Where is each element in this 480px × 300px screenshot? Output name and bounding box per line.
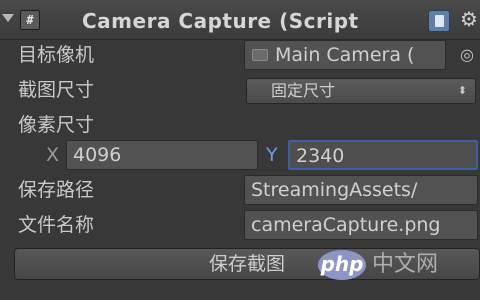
watermark-text: 中文网: [372, 252, 439, 277]
component-title: Camera Capture (Script: [82, 9, 359, 33]
save-path-field[interactable]: StreamingAssets/: [244, 175, 478, 205]
foldout-arrow-icon[interactable]: [2, 14, 14, 22]
camera-icon: [252, 49, 268, 61]
save-path-value: StreamingAssets/: [251, 179, 418, 201]
gear-icon[interactable]: ⚙: [458, 7, 480, 31]
width-value: 4096: [73, 144, 122, 166]
capture-size-value: 固定尺寸: [271, 81, 336, 100]
target-camera-field[interactable]: Main Camera (: [244, 40, 446, 70]
height-field[interactable]: 2340: [288, 140, 478, 170]
capture-size-label: 截图尺寸: [18, 79, 95, 101]
target-camera-label: 目标像机: [18, 44, 95, 66]
php-logo: php: [318, 250, 366, 280]
target-camera-value: Main Camera (: [275, 44, 415, 66]
save-path-label: 保存路径: [18, 179, 95, 201]
dropdown-arrows-icon: ⬍: [457, 84, 467, 97]
y-axis-label: Y: [266, 144, 278, 166]
file-name-field[interactable]: cameraCapture.png: [244, 210, 478, 240]
help-book-icon[interactable]: [428, 10, 450, 32]
width-field[interactable]: 4096: [66, 140, 258, 170]
height-value: 2340: [296, 145, 345, 167]
capture-size-dropdown[interactable]: 固定尺寸 ⬍: [246, 78, 476, 104]
file-name-label: 文件名称: [18, 214, 95, 236]
script-icon: #: [26, 13, 34, 27]
object-picker-icon[interactable]: ◎: [458, 44, 476, 66]
pixel-size-label: 像素尺寸: [18, 114, 95, 136]
file-name-value: cameraCapture.png: [251, 214, 441, 236]
x-axis-label: X: [46, 144, 60, 166]
